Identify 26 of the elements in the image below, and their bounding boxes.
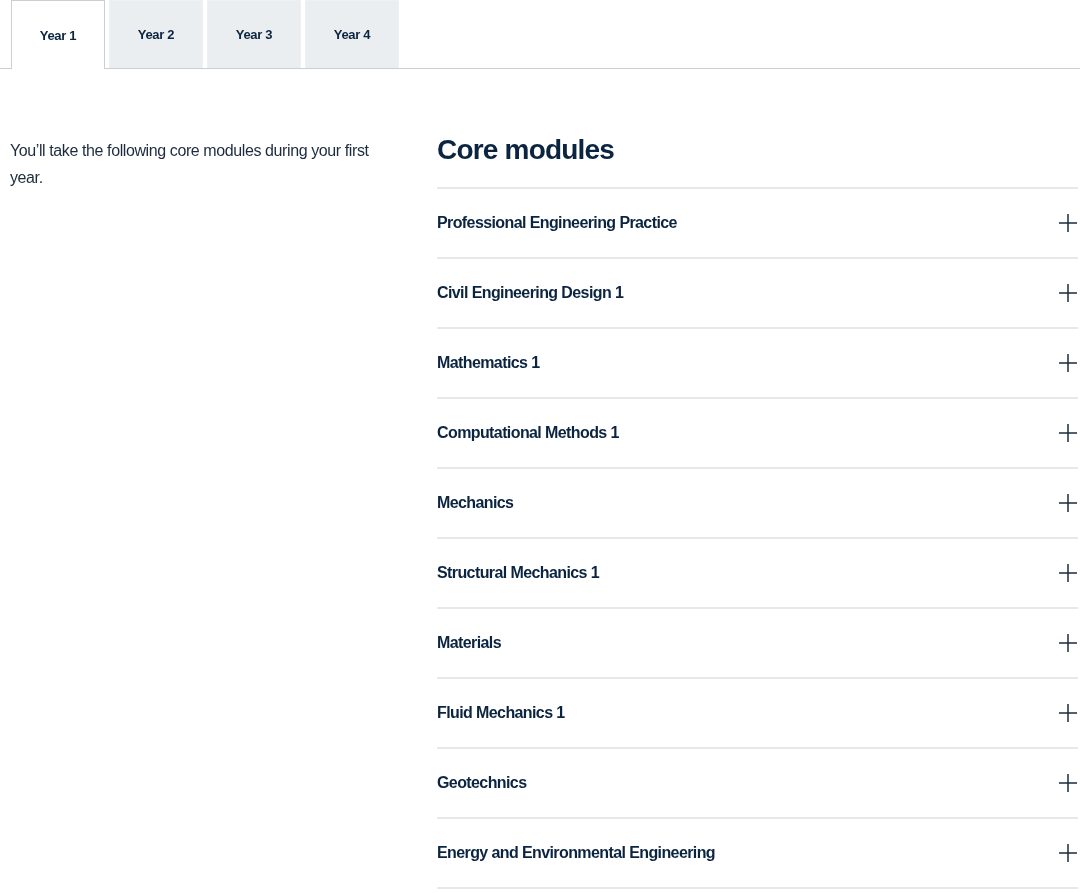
plus-icon[interactable] — [1058, 213, 1078, 233]
plus-icon[interactable] — [1058, 493, 1078, 513]
plus-icon[interactable] — [1058, 703, 1078, 723]
year-tab[interactable]: Year 1 — [11, 0, 105, 69]
plus-icon[interactable] — [1058, 283, 1078, 303]
year-tab[interactable]: Year 2 — [109, 0, 203, 68]
year-tab[interactable]: Year 4 — [305, 0, 399, 68]
intro-text: You’ll take the following core modules during your first year. — [10, 141, 370, 188]
plus-icon[interactable] — [1058, 843, 1078, 863]
module-title[interactable]: Fluid Mechanics 1 — [437, 704, 565, 722]
module-title[interactable]: Mechanics — [437, 494, 514, 512]
module-title[interactable]: Mathematics 1 — [437, 354, 540, 372]
module-title[interactable]: Computational Methods 1 — [437, 424, 619, 442]
module-title[interactable]: Materials — [437, 634, 501, 652]
module-title[interactable]: Energy and Environmental Engineering — [437, 844, 715, 862]
plus-icon[interactable] — [1058, 353, 1078, 373]
module-title[interactable]: Professional Engineering Practice — [437, 214, 677, 232]
plus-icon[interactable] — [1058, 423, 1078, 443]
plus-icon[interactable] — [1058, 633, 1078, 653]
year-tab[interactable]: Year 3 — [207, 0, 301, 68]
plus-icon[interactable] — [1058, 563, 1078, 583]
section-heading: Core modules — [437, 133, 616, 167]
module-title[interactable]: Civil Engineering Design 1 — [437, 284, 624, 302]
plus-icon[interactable] — [1058, 773, 1078, 793]
module-title[interactable]: Geotechnics — [437, 774, 527, 792]
module-title[interactable]: Structural Mechanics 1 — [437, 564, 599, 582]
